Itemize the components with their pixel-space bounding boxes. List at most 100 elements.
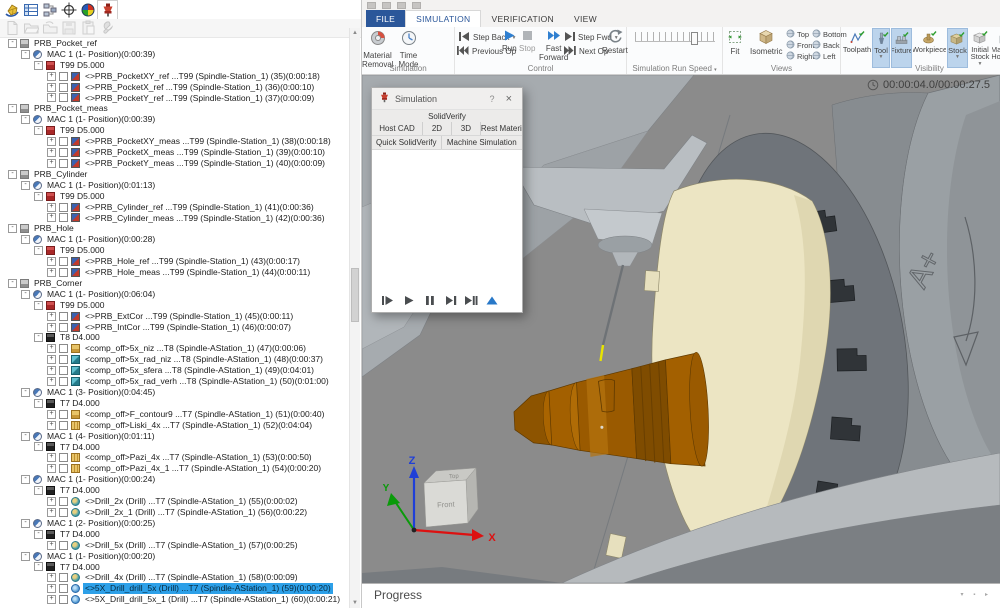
eject-button[interactable] <box>485 293 499 307</box>
tree-expander-icon[interactable]: + <box>47 82 56 92</box>
operation-checkbox[interactable] <box>59 202 68 212</box>
solidcam-part-icon[interactable] <box>2 1 21 19</box>
slider-handle[interactable] <box>691 32 698 45</box>
step-to-next-button[interactable] <box>443 293 457 307</box>
tree-expander-icon[interactable]: - <box>21 387 30 397</box>
ribbon-tab-simulation[interactable]: SIMULATION <box>405 10 482 27</box>
dialog-title-bar[interactable]: Simulation ? × <box>372 88 522 110</box>
view-cube[interactable]: Top Front <box>423 467 479 528</box>
tree-expander-icon[interactable]: + <box>47 344 56 354</box>
tab-3d[interactable]: 3D <box>450 122 480 135</box>
visibility-toolpath-button[interactable]: Toolpath <box>843 28 871 68</box>
operation-checkbox[interactable] <box>59 540 68 550</box>
tab-machine-simulation[interactable]: Machine Simulation <box>440 136 522 149</box>
visibility-machine-housing-button[interactable]: Machine Housing <box>992 28 1000 68</box>
tree-item[interactable]: - PRB_Pocket_meas <box>0 103 348 114</box>
tree-expander-icon[interactable]: + <box>47 453 56 463</box>
operations-table-icon[interactable] <box>21 1 40 19</box>
operation-checkbox[interactable] <box>59 82 68 92</box>
operation-checkbox[interactable] <box>59 573 68 583</box>
close-button[interactable]: × <box>503 93 515 105</box>
tree-item[interactable]: + <comp_off>F_contour9 ...T7 (Spindle-ASt… <box>0 409 348 420</box>
visibility-tool-button[interactable]: Tool ▼ <box>872 28 890 68</box>
tab-2d[interactable]: 2D <box>421 122 451 135</box>
view-top-button[interactable]: Top <box>786 29 815 40</box>
tree-expander-icon[interactable]: - <box>34 442 43 452</box>
tree-expander-icon[interactable]: + <box>47 71 56 81</box>
operation-checkbox[interactable] <box>59 377 68 387</box>
tree-item[interactable]: + <>PRB_PocketXY_ref ...T99 (Spindle-Stat… <box>0 71 348 82</box>
tree-scrollbar[interactable]: ▲ ▼ <box>349 28 360 608</box>
tree-expander-icon[interactable]: + <box>47 355 56 365</box>
tree-expander-icon[interactable]: + <box>47 595 56 605</box>
tree-item[interactable]: + <>PRB_PocketXY_meas ...T99 (Spindle-Sta… <box>0 136 348 147</box>
tool-holder-icon[interactable] <box>97 0 118 20</box>
tree-item[interactable]: + <>PRB_PocketY_meas ...T99 (Spindle-Stat… <box>0 158 348 169</box>
tree-item[interactable]: - MAC 1 (1- Position)(0:00:20) <box>0 551 348 562</box>
tree-expander-icon[interactable]: + <box>47 464 56 474</box>
operation-checkbox[interactable] <box>59 148 68 158</box>
tree-expander-icon[interactable]: + <box>47 267 56 277</box>
operation-checkbox[interactable] <box>59 311 68 321</box>
tree-expander-icon[interactable]: - <box>34 562 43 572</box>
tree-expander-icon[interactable]: + <box>47 366 56 376</box>
tree-item[interactable]: - T7 D4.000 <box>0 442 348 453</box>
operation-checkbox[interactable] <box>59 409 68 419</box>
coordinate-target-icon[interactable] <box>59 1 78 19</box>
tree-item[interactable]: - MAC 1 (1- Position)(0:00:39) <box>0 114 348 125</box>
paste-icon[interactable] <box>78 19 97 37</box>
tree-item[interactable]: - PRB_Pocket_ref <box>0 38 348 49</box>
tree-expander-icon[interactable]: - <box>34 333 43 343</box>
tree-item[interactable]: - MAC 1 (1- Position)(0:00:24) <box>0 474 348 485</box>
tree-expander-icon[interactable]: + <box>47 420 56 430</box>
operation-checkbox[interactable] <box>59 355 68 365</box>
scroll-up-icon[interactable]: ▲ <box>350 28 360 38</box>
settings-wrench-icon[interactable] <box>97 19 116 37</box>
play-button[interactable] <box>401 293 415 307</box>
tab-solidverify[interactable]: SolidVerify <box>372 110 522 122</box>
tree-item[interactable]: - T7 D4.000 <box>0 398 348 409</box>
tree-item[interactable]: - T99 D5.000 <box>0 191 348 202</box>
tab-host-cad[interactable]: Host CAD <box>372 122 422 135</box>
isometric-view-button[interactable]: Isometric <box>750 29 782 56</box>
tree-item[interactable]: - T8 D4.000 <box>0 332 348 343</box>
tree-expander-icon[interactable]: - <box>34 529 43 539</box>
tree-item[interactable]: - MAC 1 (1- Position)(0:00:28) <box>0 234 348 245</box>
tree-item[interactable]: + <comp_off>Pazi_4x_1 ...T7 (Spindle-ASta… <box>0 463 348 474</box>
play-to-end-button[interactable] <box>464 293 478 307</box>
tree-expander-icon[interactable]: + <box>47 257 56 267</box>
tree-expander-icon[interactable]: - <box>21 431 30 441</box>
tree-expander-icon[interactable]: + <box>47 311 56 321</box>
tree-item[interactable]: + <>PRB_PocketX_ref ...T99 (Spindle-Stati… <box>0 82 348 93</box>
run-button[interactable]: Run <box>502 29 517 53</box>
tree-item[interactable]: + <>5X_Drill_drill_5x (Drill) ...T7 (Spin… <box>0 583 348 595</box>
tree-expander-icon[interactable]: + <box>47 322 56 332</box>
qat-icon[interactable] <box>412 1 421 9</box>
tree-item[interactable]: + <>PRB_Cylinder_meas ...T99 (Spindle-Sta… <box>0 213 348 224</box>
tab-rest-material[interactable]: Rest Material <box>479 122 522 135</box>
operation-checkbox[interactable] <box>59 322 68 332</box>
ribbon-tab-verification[interactable]: VERIFICATION <box>481 10 563 27</box>
qat-icon[interactable] <box>367 1 376 9</box>
tree-expander-icon[interactable]: + <box>47 573 56 583</box>
tree-expander-icon[interactable]: + <box>47 202 56 212</box>
ribbon-tab-view[interactable]: VIEW <box>564 10 607 27</box>
tree-expander-icon[interactable]: + <box>47 93 56 103</box>
tree-expander-icon[interactable]: - <box>21 115 30 125</box>
tree-expander-icon[interactable]: - <box>8 169 17 179</box>
operation-checkbox[interactable] <box>59 137 68 147</box>
tree-item[interactable]: + <comp_off>5x_rad_niz ...T8 (Spindle-ASt… <box>0 354 348 365</box>
speed-options-icon[interactable]: ▾ <box>714 67 717 73</box>
operation-checkbox[interactable] <box>59 507 68 517</box>
scroll-down-icon[interactable]: ▼ <box>350 598 360 608</box>
tree-item[interactable]: + <>Drill_5x (Drill) ...T7 (Spindle-AStat… <box>0 540 348 551</box>
tree-expander-icon[interactable]: - <box>8 224 17 234</box>
tree-item[interactable]: + <>PRB_PocketY_ref ...T99 (Spindle-Stati… <box>0 93 348 104</box>
tree-item[interactable]: + <comp_off>5x_sfera ...T8 (Spindle-AStat… <box>0 365 348 376</box>
tab-quick-solidverify[interactable]: Quick SolidVerify <box>372 136 441 149</box>
tree-item[interactable]: - T99 D5.000 <box>0 60 348 71</box>
operation-checkbox[interactable] <box>59 595 68 605</box>
tree-item[interactable]: + <>PRB_PocketX_meas ...T99 (Spindle-Stat… <box>0 147 348 158</box>
operation-checkbox[interactable] <box>59 497 68 507</box>
operation-checkbox[interactable] <box>59 71 68 81</box>
